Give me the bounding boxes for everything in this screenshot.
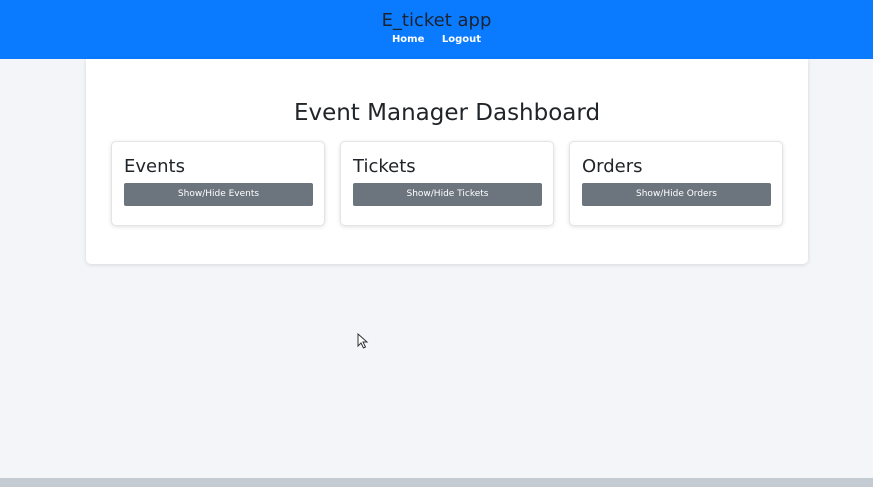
window-bottom-bar [0,478,873,487]
show-hide-tickets-button[interactable]: Show/Hide Tickets [353,183,542,206]
show-hide-events-button[interactable]: Show/Hide Events [124,183,313,206]
page-title: Event Manager Dashboard [293,100,601,126]
nav-links: Home Logout [0,34,873,45]
orders-panel-title: Orders [582,156,643,177]
nav-link-logout[interactable]: Logout [442,34,481,45]
app-title: E_ticket app [381,10,492,31]
events-panel-title: Events [124,156,185,177]
nav-link-home[interactable]: Home [392,34,424,45]
events-panel: Events Show/Hide Events [111,141,325,226]
orders-panel: Orders Show/Hide Orders [569,141,783,226]
mouse-pointer-icon [357,333,369,349]
dashboard-card: Event Manager Dashboard Events Show/Hide… [86,59,808,264]
show-hide-orders-button[interactable]: Show/Hide Orders [582,183,771,206]
tickets-panel: Tickets Show/Hide Tickets [340,141,554,226]
navbar: E_ticket app Home Logout [0,0,873,59]
tickets-panel-title: Tickets [353,156,416,177]
